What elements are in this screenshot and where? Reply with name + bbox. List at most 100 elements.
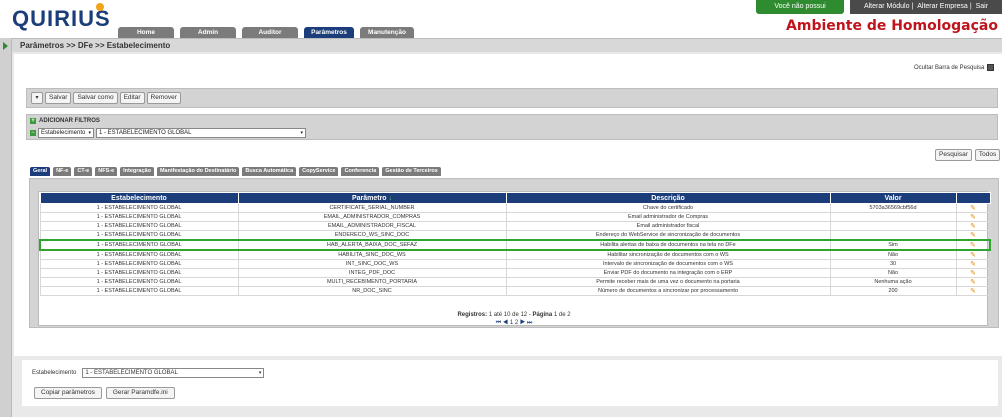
tab-integracao[interactable]: Integração bbox=[120, 167, 154, 176]
edit-pencil-icon[interactable]: ✎ bbox=[970, 214, 976, 221]
col-descricao[interactable]: Descrição bbox=[505, 192, 831, 204]
tab-manutencao[interactable]: Manutenção bbox=[360, 27, 414, 38]
table-row[interactable]: 1 - ESTABELECIMENTO GLOBAL NR_DOC_SINC Núm… bbox=[39, 286, 991, 296]
remove-button[interactable]: Remover bbox=[146, 92, 181, 104]
edit-pencil-icon[interactable]: ✎ bbox=[970, 288, 976, 295]
tab-busca-automatica[interactable]: Busca Automática bbox=[242, 167, 297, 176]
tab-nfse[interactable]: NFS-e bbox=[95, 167, 118, 176]
edit-pencil-icon[interactable]: ✎ bbox=[970, 270, 976, 277]
cell-parametro: INT_SINC_DOC_WS bbox=[237, 259, 507, 269]
edit-pencil-icon[interactable]: ✎ bbox=[970, 232, 976, 239]
cell-estabelecimento: 1 - ESTABELECIMENTO GLOBAL bbox=[39, 230, 239, 241]
cell-parametro: ENDERECO_WS_SINC_DOC bbox=[237, 230, 507, 241]
col-parametro-label[interactable]: Parâmetro bbox=[352, 195, 387, 202]
col-parametro[interactable]: Parâmetro ↓ bbox=[237, 192, 507, 204]
cell-descricao: Intervalo de sincronização de documentos… bbox=[505, 259, 831, 269]
filter-row: − Estabelecimento ▾ 1 - ESTABELECIMENTO … bbox=[30, 128, 306, 138]
save-as-button[interactable]: Salvar como bbox=[73, 92, 118, 104]
tab-gestao-terceiros[interactable]: Gestão de Terceiros bbox=[382, 167, 441, 176]
tab-conferencia[interactable]: Conferencia bbox=[341, 167, 380, 176]
cell-descricao: Número de documentos a sincronizar por p… bbox=[505, 286, 831, 296]
expand-arrow-icon[interactable] bbox=[3, 42, 8, 50]
tab-admin[interactable]: Admin bbox=[180, 27, 236, 38]
col-valor[interactable]: Valor bbox=[829, 192, 957, 204]
table-row[interactable]: 1 - ESTABELECIMENTO GLOBAL HABILITA_SINC_… bbox=[39, 249, 991, 260]
tab-copyservice[interactable]: CopyService bbox=[299, 167, 339, 176]
save-button[interactable]: Salvar bbox=[45, 92, 72, 104]
bottom-field-label: Estabelecimento bbox=[32, 370, 77, 376]
table-row[interactable]: 1 - ESTABELECIMENTO GLOBAL CERTIFICATE_SE… bbox=[39, 203, 991, 213]
generate-paramdfe-button[interactable]: Gerar Paramdfe.ini bbox=[105, 387, 175, 399]
tab-home[interactable]: Home bbox=[118, 27, 174, 38]
table-row[interactable]: 1 - ESTABELECIMENTO GLOBAL EMAIL_ADMINIST… bbox=[39, 221, 991, 231]
col-actions bbox=[955, 192, 991, 204]
all-button[interactable]: Todos bbox=[974, 149, 1001, 161]
tab-manifestacao[interactable]: Manifestação do Destinatário bbox=[156, 167, 240, 176]
main-tabs: Home Admin Auditor Parâmetros Manutenção bbox=[118, 27, 414, 38]
table-row[interactable]: 1 - ESTABELECIMENTO GLOBAL EMAIL_ADMINIST… bbox=[39, 212, 991, 222]
copy-parameters-button[interactable]: Copiar parâmetros bbox=[34, 387, 102, 399]
tab-geral[interactable]: Geral bbox=[30, 167, 51, 176]
pager-nav[interactable]: ⏮ ◀ 1 2 ▶ ⏭ bbox=[39, 320, 989, 327]
collapse-icon[interactable] bbox=[987, 64, 995, 71]
cell-parametro: HABILITA_SINC_DOC_WS bbox=[237, 249, 507, 260]
add-filters[interactable]: + ADICIONAR FILTROS bbox=[30, 118, 100, 124]
cell-estabelecimento: 1 - ESTABELECIMENTO GLOBAL bbox=[39, 249, 239, 260]
cell-descricao: Endereço do WebService de sincronização … bbox=[505, 230, 831, 241]
cell-estabelecimento: 1 - ESTABELECIMENTO GLOBAL bbox=[39, 212, 239, 222]
filter-value-select[interactable]: 1 - ESTABELECIMENTO GLOBAL ▾ bbox=[96, 128, 306, 138]
edit-pencil-icon[interactable]: ✎ bbox=[970, 261, 976, 268]
chevron-down-icon: ▾ bbox=[300, 130, 303, 136]
cell-estabelecimento: 1 - ESTABELECIMENTO GLOBAL bbox=[39, 239, 239, 251]
app-header: QUIRIUS Você não possui notificações Alt… bbox=[0, 0, 1002, 38]
chevron-down-icon: ▾ bbox=[258, 370, 262, 376]
table-row[interactable]: 1 - ESTABELECIMENTO GLOBAL ENDERECO_WS_SI… bbox=[39, 230, 991, 241]
filter-field-select[interactable]: Estabelecimento ▾ bbox=[38, 128, 94, 138]
table-row[interactable]: 1 - ESTABELECIMENTO GLOBAL INTEG_PDF_DOC E… bbox=[39, 268, 991, 278]
edit-pencil-icon[interactable]: ✎ bbox=[970, 252, 976, 259]
add-filters-label[interactable]: ADICIONAR FILTROS bbox=[39, 118, 100, 124]
change-company-link[interactable]: Alterar Empresa bbox=[915, 3, 970, 10]
col-estabelecimento[interactable]: Estabelecimento bbox=[39, 192, 239, 204]
side-toggle[interactable] bbox=[0, 38, 12, 417]
cell-valor: Nenhuma ação bbox=[829, 277, 957, 287]
pager-info: Registros: 1 até 10 de 12 - Página 1 de … bbox=[457, 312, 571, 318]
main-panel: Ocultar Barra de Pesquisa ▾ Salvar Salva… bbox=[14, 54, 1002, 356]
bottom-estab-select[interactable]: 1 - ESTABELECIMENTO GLOBAL ▾ bbox=[82, 368, 265, 378]
hide-search-toggle[interactable]: Ocultar Barra de Pesquisa bbox=[914, 64, 995, 71]
breadcrumb: Parâmetros >> DFe >> Estabelecimento bbox=[20, 41, 171, 50]
edit-pencil-icon[interactable]: ✎ bbox=[970, 279, 976, 286]
logo: QUIRIUS bbox=[12, 6, 111, 31]
notifications-badge[interactable]: Você não possui notificações bbox=[756, 0, 844, 24]
edit-button[interactable]: Editar bbox=[119, 92, 145, 104]
view-dropdown-button[interactable]: ▾ bbox=[31, 92, 43, 104]
tab-parametros[interactable]: Parâmetros bbox=[304, 27, 354, 38]
tab-auditor[interactable]: Auditor bbox=[242, 27, 298, 38]
tab-nfe[interactable]: NF-e bbox=[53, 167, 72, 176]
cell-valor: 5703a36569cbf56d bbox=[829, 203, 957, 213]
search-button[interactable]: Pesquisar bbox=[935, 149, 972, 161]
edit-pencil-icon[interactable]: ✎ bbox=[970, 223, 976, 230]
tab-cte[interactable]: CT-e bbox=[74, 167, 93, 176]
grid: Estabelecimento Parâmetro ↓ Descrição Va… bbox=[38, 191, 991, 327]
table-row[interactable]: 1 - ESTABELECIMENTO GLOBAL MULTI_RECEBIME… bbox=[39, 277, 991, 287]
hide-search-label[interactable]: Ocultar Barra de Pesquisa bbox=[914, 65, 984, 71]
plus-icon[interactable]: + bbox=[30, 118, 36, 124]
remove-filter-icon[interactable]: − bbox=[30, 130, 36, 136]
table-row[interactable]: 1 - ESTABELECIMENTO GLOBAL INT_SINC_DOC_W… bbox=[39, 259, 991, 269]
cell-valor: Sim bbox=[829, 239, 957, 251]
cell-actions: ✎ bbox=[955, 249, 991, 260]
edit-pencil-icon[interactable]: ✎ bbox=[970, 205, 976, 212]
bottom-panel: Estabelecimento 1 - ESTABELECIMENTO GLOB… bbox=[22, 360, 998, 406]
cell-estabelecimento: 1 - ESTABELECIMENTO GLOBAL bbox=[39, 286, 239, 296]
cell-actions: ✎ bbox=[955, 203, 991, 213]
pager-page: 1 de 2 bbox=[553, 312, 571, 318]
cell-parametro: MULTI_RECEBIMENTO_PORTARIA bbox=[237, 277, 507, 287]
bottom-filter-row: Estabelecimento 1 - ESTABELECIMENTO GLOB… bbox=[32, 368, 265, 378]
cell-estabelecimento: 1 - ESTABELECIMENTO GLOBAL bbox=[39, 203, 239, 213]
table-row[interactable]: 1 - ESTABELECIMENTO GLOBAL HAB_ALERTA_BAI… bbox=[39, 239, 991, 251]
cell-descricao: Permite receber mais de uma vez o docume… bbox=[505, 277, 831, 287]
logout-link[interactable]: Sair bbox=[974, 3, 990, 10]
change-module-link[interactable]: Alterar Módulo bbox=[862, 3, 912, 10]
edit-pencil-icon[interactable]: ✎ bbox=[970, 242, 976, 248]
